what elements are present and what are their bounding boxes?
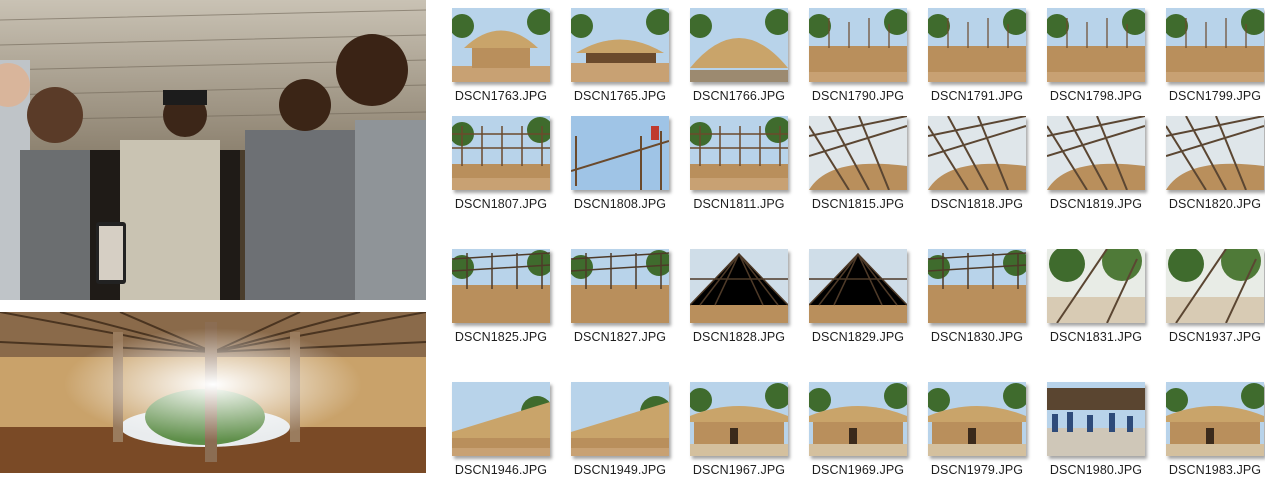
- file-item[interactable]: DSCN1827.JPG: [565, 241, 680, 344]
- file-name-label: DSCN1819.JPG: [1049, 197, 1143, 211]
- file-name-label: DSCN1791.JPG: [930, 89, 1024, 103]
- file-item[interactable]: DSCN1980.JPG: [1041, 374, 1156, 477]
- file-item[interactable]: DSCN1790.JPG: [803, 0, 918, 103]
- file-name-label: DSCN1799.JPG: [1168, 89, 1262, 103]
- file-name-label: DSCN1820.JPG: [1168, 197, 1262, 211]
- file-name-label: DSCN1829.JPG: [811, 330, 905, 344]
- file-item[interactable]: DSCN1766.JPG: [684, 0, 799, 103]
- file-thumbnail[interactable]: [1047, 8, 1145, 82]
- file-name-label: DSCN1766.JPG: [692, 89, 786, 103]
- meeting-photo: [0, 0, 426, 300]
- file-name-label: DSCN1811.JPG: [693, 197, 785, 211]
- file-name-label: DSCN1830.JPG: [930, 330, 1024, 344]
- file-thumbnail[interactable]: [452, 116, 550, 190]
- file-name-label: DSCN1937.JPG: [1168, 330, 1262, 344]
- file-thumbnail[interactable]: [1166, 382, 1264, 456]
- file-item[interactable]: DSCN1820.JPG: [1160, 108, 1265, 211]
- file-thumbnail[interactable]: [928, 382, 1026, 456]
- file-thumbnail[interactable]: [1047, 249, 1145, 323]
- file-thumbnail[interactable]: [809, 382, 907, 456]
- file-item[interactable]: DSCN1818.JPG: [922, 108, 1037, 211]
- file-thumbnail[interactable]: [571, 382, 669, 456]
- file-thumbnail[interactable]: [809, 8, 907, 82]
- file-item[interactable]: DSCN1949.JPG: [565, 374, 680, 477]
- file-item[interactable]: DSCN1807.JPG: [446, 108, 561, 211]
- file-thumbnail[interactable]: [928, 249, 1026, 323]
- file-name-label: DSCN1765.JPG: [573, 89, 667, 103]
- file-thumbnail[interactable]: [1047, 382, 1145, 456]
- file-name-label: DSCN1967.JPG: [692, 463, 786, 477]
- file-item[interactable]: DSCN1830.JPG: [922, 241, 1037, 344]
- file-item[interactable]: DSCN1831.JPG: [1041, 241, 1156, 344]
- file-item[interactable]: DSCN1969.JPG: [803, 374, 918, 477]
- file-item[interactable]: DSCN1791.JPG: [922, 0, 1037, 103]
- file-name-label: DSCN1980.JPG: [1049, 463, 1143, 477]
- file-item[interactable]: DSCN1798.JPG: [1041, 0, 1156, 103]
- file-thumbnail[interactable]: [928, 116, 1026, 190]
- file-name-label: DSCN1807.JPG: [454, 197, 548, 211]
- file-thumbnail-grid: DSCN1763.JPG DSCN1765.JPG DSCN1766.JPG DSCN…: [446, 0, 1265, 493]
- file-thumbnail[interactable]: [690, 116, 788, 190]
- file-item[interactable]: DSCN1811.JPG: [684, 108, 799, 211]
- file-name-label: DSCN1946.JPG: [454, 463, 548, 477]
- file-thumbnail[interactable]: [809, 116, 907, 190]
- file-item[interactable]: DSCN1763.JPG: [446, 0, 561, 103]
- file-item[interactable]: DSCN1799.JPG: [1160, 0, 1265, 103]
- file-item[interactable]: DSCN1808.JPG: [565, 108, 680, 211]
- file-thumbnail[interactable]: [690, 8, 788, 82]
- file-item[interactable]: DSCN1819.JPG: [1041, 108, 1156, 211]
- file-name-label: DSCN1808.JPG: [573, 197, 667, 211]
- file-item[interactable]: DSCN1765.JPG: [565, 0, 680, 103]
- file-thumbnail[interactable]: [1166, 116, 1264, 190]
- file-thumbnail[interactable]: [928, 8, 1026, 82]
- file-name-label: DSCN1979.JPG: [930, 463, 1024, 477]
- file-thumbnail[interactable]: [809, 249, 907, 323]
- file-name-label: DSCN1798.JPG: [1049, 89, 1143, 103]
- file-name-label: DSCN1825.JPG: [454, 330, 548, 344]
- file-name-label: DSCN1763.JPG: [454, 89, 548, 103]
- file-thumbnail[interactable]: [1166, 8, 1264, 82]
- file-item[interactable]: DSCN1825.JPG: [446, 241, 561, 344]
- file-thumbnail[interactable]: [571, 116, 669, 190]
- file-thumbnail[interactable]: [571, 249, 669, 323]
- file-thumbnail[interactable]: [1047, 116, 1145, 190]
- file-item[interactable]: DSCN1983.JPG: [1160, 374, 1265, 477]
- file-name-label: DSCN1818.JPG: [930, 197, 1024, 211]
- file-name-label: DSCN1969.JPG: [811, 463, 905, 477]
- interior-photo: [0, 312, 426, 473]
- file-thumbnail[interactable]: [690, 382, 788, 456]
- file-thumbnail[interactable]: [1166, 249, 1264, 323]
- file-thumbnail[interactable]: [690, 249, 788, 323]
- file-name-label: DSCN1828.JPG: [692, 330, 786, 344]
- file-item[interactable]: DSCN1829.JPG: [803, 241, 918, 344]
- file-name-label: DSCN1983.JPG: [1168, 463, 1262, 477]
- file-name-label: DSCN1827.JPG: [573, 330, 667, 344]
- file-item[interactable]: DSCN1967.JPG: [684, 374, 799, 477]
- file-name-label: DSCN1790.JPG: [811, 89, 905, 103]
- file-thumbnail[interactable]: [571, 8, 669, 82]
- file-item[interactable]: DSCN1828.JPG: [684, 241, 799, 344]
- file-item[interactable]: DSCN1815.JPG: [803, 108, 918, 211]
- file-name-label: DSCN1949.JPG: [573, 463, 667, 477]
- file-item[interactable]: DSCN1979.JPG: [922, 374, 1037, 477]
- file-name-label: DSCN1831.JPG: [1049, 330, 1143, 344]
- file-thumbnail[interactable]: [452, 249, 550, 323]
- file-item[interactable]: DSCN1946.JPG: [446, 374, 561, 477]
- file-name-label: DSCN1815.JPG: [811, 197, 905, 211]
- file-item[interactable]: DSCN1937.JPG: [1160, 241, 1265, 344]
- file-thumbnail[interactable]: [452, 8, 550, 82]
- file-thumbnail[interactable]: [452, 382, 550, 456]
